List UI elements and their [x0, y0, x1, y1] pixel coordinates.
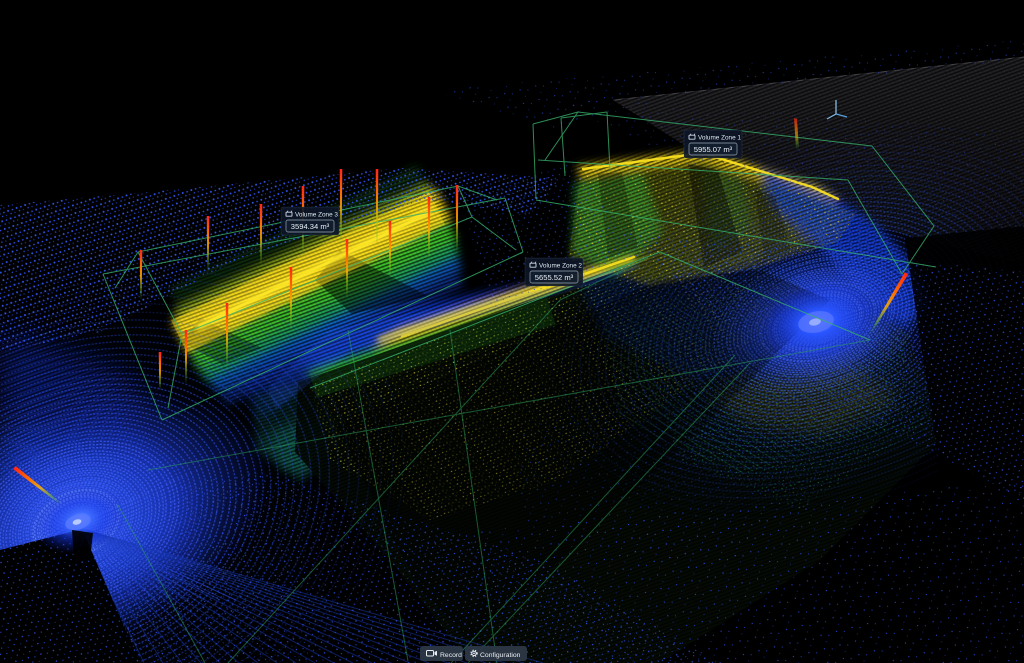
svg-text:5655.52 m³: 5655.52 m³	[535, 273, 574, 282]
svg-text:3594.34 m³: 3594.34 m³	[291, 222, 330, 231]
svg-text:5955.07 m³: 5955.07 m³	[694, 145, 733, 154]
svg-text:Configuration: Configuration	[480, 652, 521, 659]
svg-text:Volume Zone 3: Volume Zone 3	[295, 212, 338, 219]
svg-text:Volume Zone 2: Volume Zone 2	[539, 263, 582, 270]
svg-text:Volume Zone 1: Volume Zone 1	[698, 135, 741, 142]
svg-text:Record: Record	[440, 652, 462, 659]
